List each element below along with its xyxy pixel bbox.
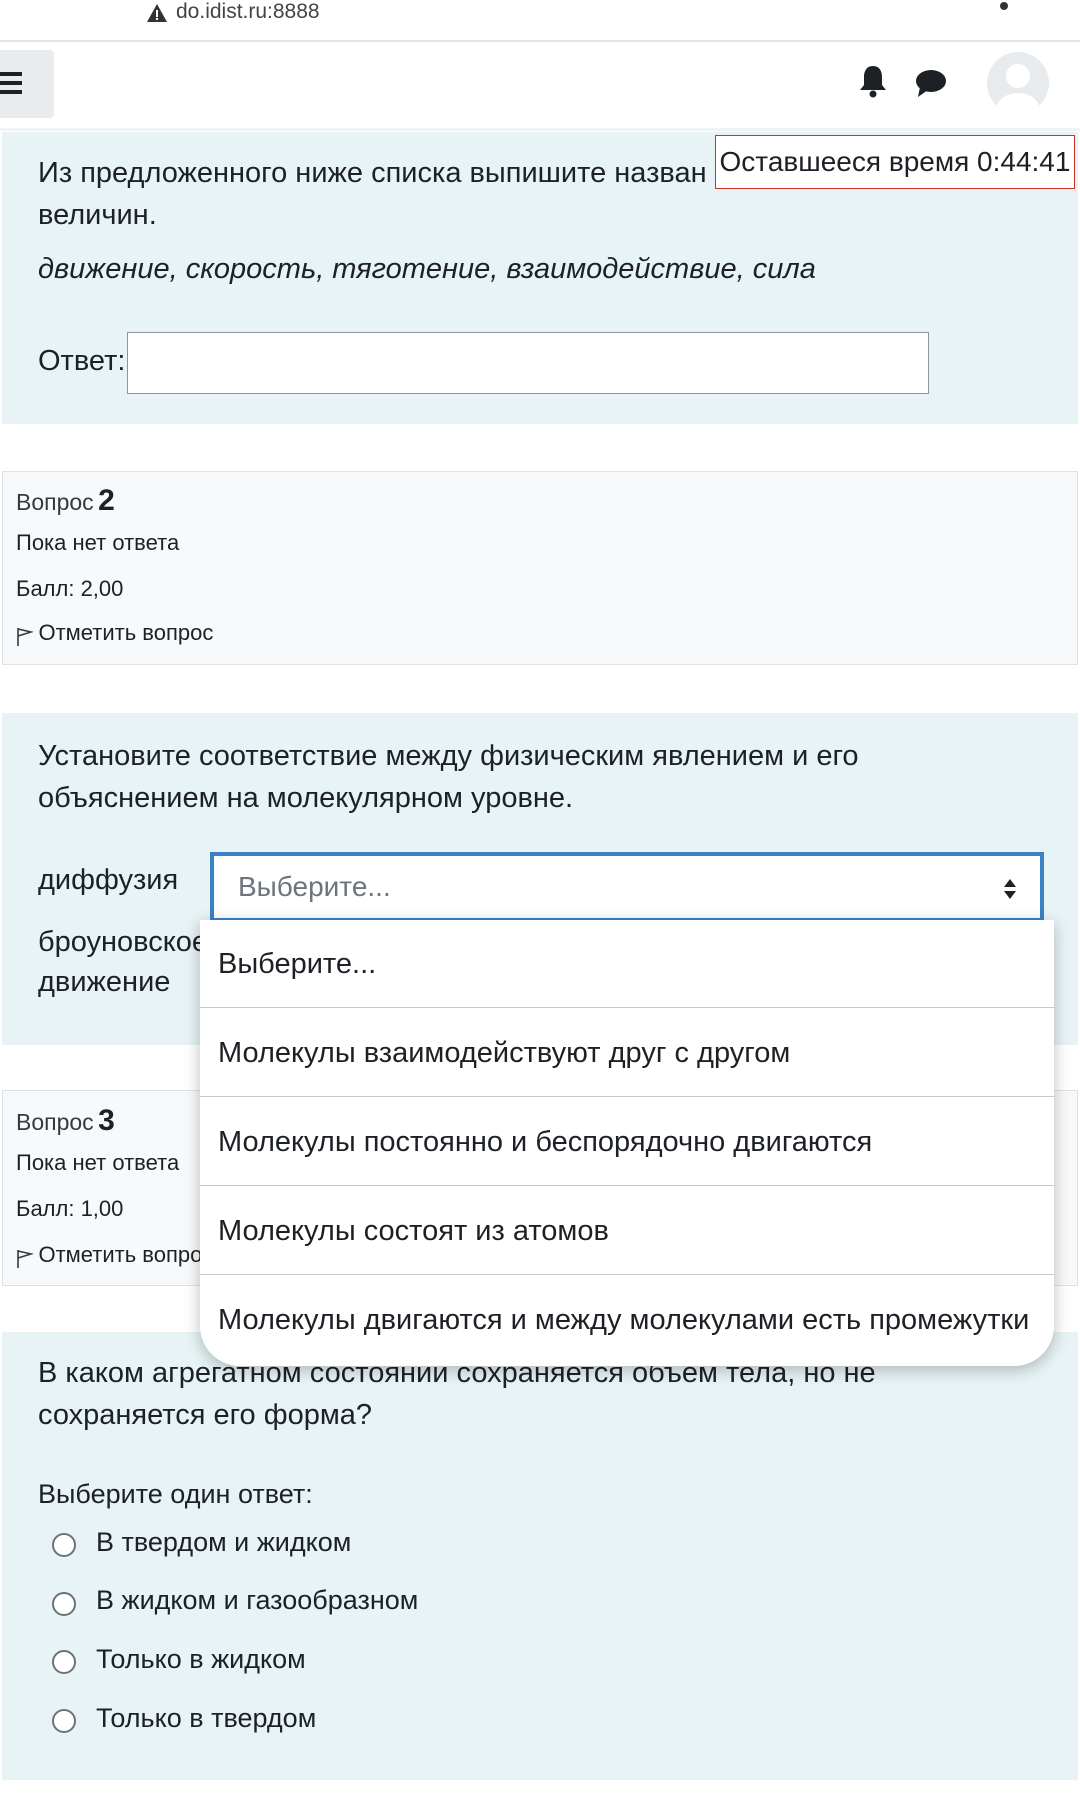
choice-label-2[interactable]: В жидком и газообразном xyxy=(96,1585,418,1616)
radio-choice-4[interactable] xyxy=(52,1709,76,1733)
select-dropdown-list: Выберите... Молекулы взаимодействуют дру… xyxy=(200,920,1054,1366)
match-stem-2: броуновское движение xyxy=(38,926,209,998)
question-2-number: Вопрос 2 xyxy=(16,484,115,518)
question-3-flag-link[interactable]: Отметить вопрос xyxy=(16,1242,213,1268)
match-select-1[interactable]: Выберите... xyxy=(210,852,1044,922)
radio-choice-1[interactable] xyxy=(52,1533,76,1557)
dropdown-option-1[interactable]: Молекулы взаимодействуют друг с другом xyxy=(200,1009,1054,1097)
hamburger-menu-button[interactable] xyxy=(0,50,54,118)
answer-label: Ответ: xyxy=(38,345,126,377)
question-label: Вопрос xyxy=(16,1109,94,1135)
warning-icon xyxy=(147,4,167,22)
question-1-text-line2: величин. xyxy=(38,199,157,231)
radio-choice-3[interactable] xyxy=(52,1650,76,1674)
user-avatar-icon[interactable] xyxy=(987,52,1049,114)
chat-icon[interactable] xyxy=(915,68,947,98)
question-1-word-list: движение, скорость, тяготение, взаимодей… xyxy=(38,253,816,285)
question-2-flag-link[interactable]: Отметить вопрос xyxy=(16,620,213,646)
select-value: Выберите... xyxy=(238,871,391,902)
answer-input[interactable] xyxy=(127,332,929,394)
dropdown-option-3[interactable]: Молекулы состоят из атомов xyxy=(200,1187,1054,1275)
question-3-status: Пока нет ответа xyxy=(16,1150,180,1175)
question-number: 2 xyxy=(98,484,115,517)
question-2-grade: Балл: 2,00 xyxy=(16,576,124,601)
choice-label-3[interactable]: Только в жидком xyxy=(96,1644,306,1675)
flag-label: Отметить вопрос xyxy=(38,1242,214,1267)
flag-icon xyxy=(17,1249,35,1268)
question-3-prompt: Выберите один ответ: xyxy=(38,1479,313,1509)
question-number: 3 xyxy=(98,1104,115,1137)
url-text[interactable]: do.idist.ru:8888 xyxy=(176,0,320,24)
bell-icon[interactable] xyxy=(858,64,888,98)
question-3-grade: Балл: 1,00 xyxy=(16,1196,124,1221)
dropdown-option-2[interactable]: Молекулы постоянно и беспорядочно двигаю… xyxy=(200,1098,1054,1186)
question-2-text: Установите соответствие между физическим… xyxy=(38,740,859,814)
question-label: Вопрос xyxy=(16,489,94,515)
browser-menu-icon[interactable] xyxy=(995,0,1013,12)
dropdown-option-4[interactable]: Молекулы двигаются и между молекулами ес… xyxy=(200,1276,1054,1364)
question-2-status: Пока нет ответа xyxy=(16,530,180,555)
dropdown-option-placeholder[interactable]: Выберите... xyxy=(200,920,1054,1008)
select-arrows-icon xyxy=(1004,879,1016,899)
radio-choice-2[interactable] xyxy=(52,1592,76,1616)
question-1-text-line1: Из предложенного ниже списка выпишите на… xyxy=(38,157,707,189)
choice-label-1[interactable]: В твердом и жидком xyxy=(96,1527,351,1558)
flag-icon xyxy=(17,627,35,646)
match-stem-1: диффузия xyxy=(38,864,179,896)
choice-label-4[interactable]: Только в твердом xyxy=(96,1703,316,1734)
hamburger-icon xyxy=(0,72,22,94)
quiz-timer: Оставшееся время 0:44:41 xyxy=(715,135,1075,189)
question-3-number: Вопрос 3 xyxy=(16,1104,115,1138)
flag-label: Отметить вопрос xyxy=(38,620,214,645)
